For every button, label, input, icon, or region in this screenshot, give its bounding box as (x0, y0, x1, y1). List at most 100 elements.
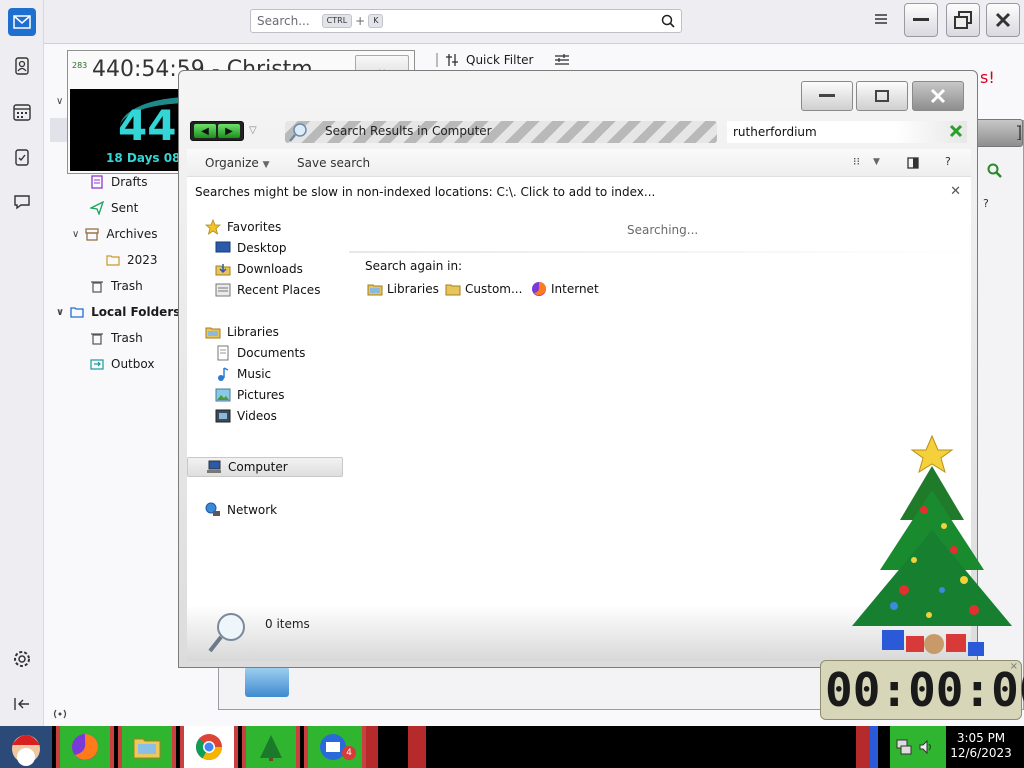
nav-desktop[interactable]: Desktop (215, 240, 287, 256)
preview-pane-icon[interactable] (907, 157, 919, 169)
restore-icon (954, 11, 972, 29)
computer-icon (206, 459, 222, 475)
folder-label: Outbox (111, 357, 155, 371)
nav-documents[interactable]: Documents (215, 345, 305, 361)
firefox-icon (531, 281, 547, 297)
index-info-bar[interactable]: Searches might be slow in non-indexed lo… (187, 179, 971, 205)
close-icon[interactable]: × (1010, 661, 1018, 672)
show-desktop-strip[interactable] (870, 726, 878, 768)
nav-music[interactable]: Music (215, 366, 271, 382)
filter-options-icon[interactable] (555, 54, 570, 66)
address-book-button[interactable] (8, 52, 36, 80)
view-options-icon[interactable]: ⁝⁝ (853, 155, 860, 168)
folder-local-trash[interactable]: Trash (90, 331, 143, 345)
tb-close-button[interactable] (986, 3, 1020, 37)
app-menu-icon[interactable] (874, 13, 888, 25)
clock-time: 3:05 PM (956, 731, 1006, 745)
drive-icon (245, 667, 289, 697)
close-icon[interactable]: ✕ (950, 179, 961, 205)
clear-search-icon[interactable] (949, 123, 963, 139)
chat-button[interactable] (8, 188, 36, 216)
collapse-spaces-button[interactable] (8, 690, 36, 718)
explorer-maximize-button[interactable] (856, 81, 908, 111)
folder-label: 2023 (127, 253, 158, 267)
folder-label: Trash (111, 331, 143, 345)
back-button[interactable]: ◀ (194, 124, 216, 138)
search-again-libraries[interactable]: Libraries (367, 281, 439, 297)
help-icon[interactable]: ? (945, 155, 951, 168)
save-search-button[interactable]: Save search (297, 156, 370, 170)
trash-icon (91, 333, 103, 345)
recent-places-icon (215, 282, 231, 298)
view-dropdown-icon[interactable]: ▼ (873, 157, 880, 167)
explorer-close-button[interactable] (912, 81, 964, 111)
folder-outbox[interactable]: Outbox (90, 357, 154, 371)
mail-space-button[interactable] (8, 8, 36, 36)
help-icon[interactable]: ? (983, 197, 989, 210)
system-tray (890, 726, 946, 768)
folder-archives[interactable]: ∨ Archives (72, 227, 157, 241)
explorer-search-input[interactable]: rutherfordium (727, 121, 1021, 143)
minimize-icon (819, 94, 835, 97)
organize-button[interactable]: Organize ▼ (205, 156, 270, 170)
countdown-days: 18 Days 08 (106, 151, 180, 165)
taskbar-thunderbird[interactable]: 4 (304, 726, 366, 768)
quick-filter-button[interactable]: Quick Filter (436, 48, 586, 72)
folder-local-folders[interactable]: ∨ Local Folders (56, 305, 180, 319)
libraries-icon (367, 281, 383, 297)
folder-trash[interactable]: Trash (90, 279, 143, 293)
folder-label: Local Folders (91, 305, 181, 319)
taskbar-explorer[interactable] (118, 726, 176, 768)
archive-icon (85, 228, 99, 241)
nav-downloads[interactable]: Downloads (215, 261, 303, 277)
taskbar-chrome[interactable] (180, 726, 238, 768)
nav-network[interactable]: Network (205, 502, 277, 518)
nav-pictures[interactable]: Pictures (215, 387, 285, 403)
tb-minimize-button[interactable] (904, 3, 938, 37)
address-bar[interactable]: Search Results in Computer ▼ (285, 121, 816, 143)
global-search-input[interactable]: Search... CTRL + K (250, 9, 682, 33)
folder-2023[interactable]: 2023 (106, 253, 158, 267)
taskbar-separator (856, 726, 870, 768)
folder-icon (106, 255, 120, 266)
taskbar-tree-app[interactable] (242, 726, 300, 768)
chat-icon (14, 195, 30, 210)
nav-libraries[interactable]: Libraries (205, 324, 279, 340)
search-again-custom[interactable]: Custom... (445, 281, 522, 297)
nav-computer[interactable]: Computer (187, 457, 343, 477)
folder-sent[interactable]: Sent (90, 201, 138, 215)
folder-label: Drafts (111, 175, 148, 189)
mail-badge: 4 (342, 746, 356, 760)
network-tray-icon[interactable] (896, 738, 912, 756)
explorer-minimize-button[interactable] (801, 81, 853, 111)
chrome-icon (195, 734, 223, 761)
search-again-internet[interactable]: Internet (531, 281, 599, 297)
nav-favorites[interactable]: Favorites (205, 219, 281, 235)
taskbar-clock[interactable]: 3:05 PM 12/6/2023 (946, 731, 1016, 761)
taskbar-firefox[interactable] (56, 726, 114, 768)
info-bar-text: Searches might be slow in non-indexed lo… (195, 185, 656, 199)
subwindow-close-button[interactable] (973, 119, 1023, 147)
close-icon (995, 12, 1011, 28)
pictures-icon (215, 387, 231, 403)
forward-button[interactable]: ▶ (218, 124, 240, 138)
custom-folder-icon (445, 281, 461, 297)
connection-status-icon[interactable] (52, 708, 68, 720)
tasks-button[interactable] (8, 143, 36, 171)
nav-recent-places[interactable]: Recent Places (215, 282, 320, 298)
music-icon (215, 366, 231, 382)
volume-icon[interactable] (918, 739, 934, 755)
nav-videos[interactable]: Videos (215, 408, 277, 424)
tb-restore-button[interactable] (946, 3, 980, 37)
settings-button[interactable] (8, 645, 36, 673)
start-button[interactable] (0, 726, 52, 768)
downloads-icon (215, 261, 231, 277)
minimize-icon (913, 18, 929, 21)
widget-corner-text: 283 (72, 61, 88, 70)
text-cursor-icon (1017, 125, 1021, 140)
recent-pages-dropdown[interactable]: ▽ (249, 125, 257, 136)
calendar-button[interactable] (8, 98, 36, 126)
folder-drafts[interactable]: Drafts (90, 175, 148, 189)
address-text: Search Results in Computer (325, 124, 492, 138)
search-icon[interactable] (987, 163, 1003, 179)
